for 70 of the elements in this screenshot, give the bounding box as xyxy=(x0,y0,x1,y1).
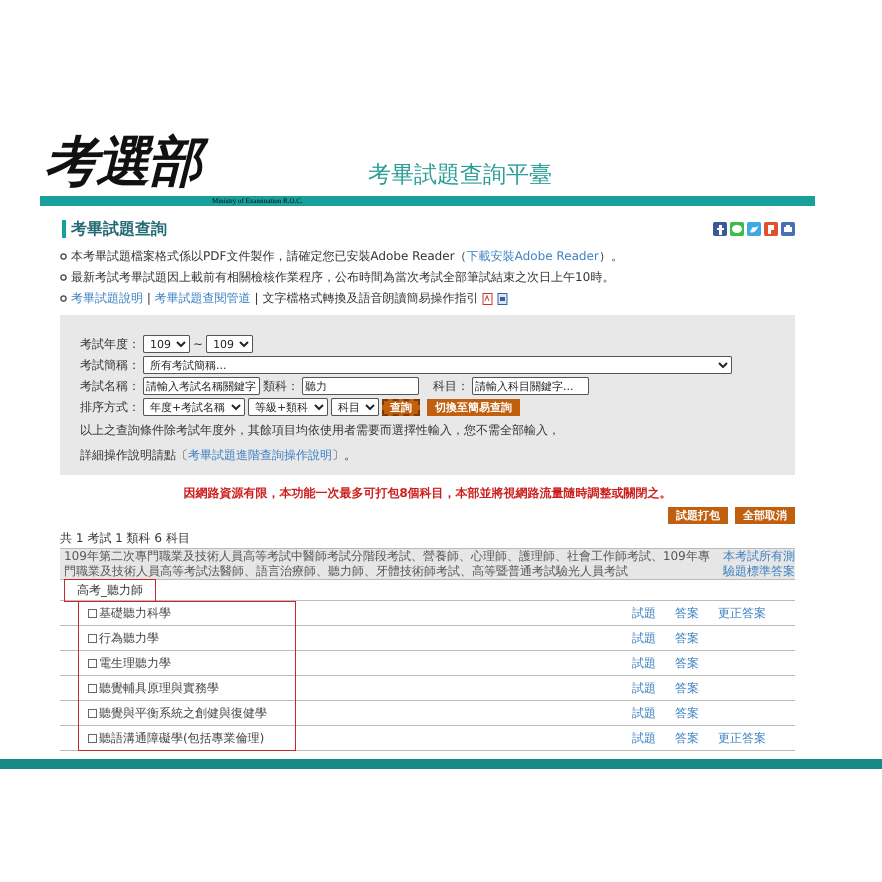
field-label: 排序方式： xyxy=(80,398,140,416)
share-icon[interactable] xyxy=(764,222,778,236)
share-icon[interactable] xyxy=(713,222,727,236)
field-label: 科目： xyxy=(433,378,469,394)
year-select[interactable]: 109 xyxy=(143,335,190,353)
file-link[interactable]: 答案 xyxy=(675,604,699,622)
file-link[interactable]: 答案 xyxy=(675,654,699,672)
category-field[interactable]: 聽力 xyxy=(302,377,419,395)
field-label: 考試名稱： xyxy=(80,378,140,394)
pack-button[interactable]: 試題打包 xyxy=(668,507,728,524)
help-text: 詳細操作說明請點〔考畢試題進階查詢操作說明〕。 xyxy=(80,447,357,464)
field-label: 類科： xyxy=(263,378,299,394)
range-separator: ~ xyxy=(193,337,204,351)
exam-abbreviation-select[interactable]: 所有考試簡稱... xyxy=(143,356,732,374)
document-icon xyxy=(497,292,508,304)
exam-name-field[interactable]: 請輸入考試名稱關鍵字 xyxy=(143,377,260,395)
file-link[interactable]: 試題 xyxy=(632,704,656,722)
sort-select[interactable]: 年度+考試名稱 xyxy=(143,398,245,416)
checkbox[interactable] xyxy=(88,684,97,692)
checkbox[interactable] xyxy=(88,608,97,618)
field-label: 考試年度： xyxy=(80,336,140,352)
file-link[interactable]: 答案 xyxy=(675,704,699,722)
file-link[interactable]: 更正答案 xyxy=(718,730,766,746)
bullet-icon xyxy=(60,253,67,260)
checkbox[interactable] xyxy=(88,734,97,742)
file-link[interactable]: 試題 xyxy=(632,730,656,746)
category-name: 高考_聽力師 xyxy=(64,578,156,602)
page-title: 考畢試題查詢 xyxy=(62,220,167,238)
standard-answers-link[interactable]: 本考試所有測驗題標準答案 xyxy=(717,549,795,579)
notice-text: 最新考試考畢試題因上載前有相關檢核作業程序，公布時間為當次考試全部筆試結束之次日上午10時。 xyxy=(71,269,614,286)
subject-name: 聽語溝通障礙學(包括專業倫理) xyxy=(99,730,264,746)
notice-link[interactable]: 考畢試題查閱管道 xyxy=(154,291,251,305)
file-link[interactable]: 試題 xyxy=(632,680,656,696)
file-link[interactable]: 試題 xyxy=(632,654,656,672)
file-link[interactable]: 答案 xyxy=(675,630,699,646)
logo: 考選部 xyxy=(44,126,224,196)
switch-button[interactable]: 切換至簡易查詢 xyxy=(427,398,520,416)
subject-name: 基礎聽力科學 xyxy=(99,604,171,622)
notice-link[interactable]: 下載安裝Adobe Reader xyxy=(466,249,599,263)
year-select[interactable]: 109 xyxy=(206,335,254,353)
clear-all-button[interactable]: 全部取消 xyxy=(735,507,795,524)
warning-text: 因網路資源有限，本功能一次最多可打包8個科目，本部並將視網路流量隨時調整或關閉之。 xyxy=(182,485,673,502)
bullet-icon xyxy=(60,274,67,281)
file-link[interactable]: 答案 xyxy=(675,680,699,696)
notice-text: 本考畢試題檔案格式係以PDF文件製作，請確定您已安裝Adobe Reader（下載安裝Adobe Reader）。 xyxy=(71,248,623,265)
file-link[interactable]: 更正答案 xyxy=(718,604,766,622)
subject-field[interactable]: 請輸入科目關鍵字... xyxy=(472,377,589,395)
site-title: 考畢試題查詢平臺 xyxy=(368,161,552,190)
sort-select[interactable]: 等級+類科 xyxy=(248,398,328,416)
bullet-icon xyxy=(60,295,67,302)
file-link[interactable]: 答案 xyxy=(675,730,699,746)
exam-name: 109年第二次專門職業及技術人員高等考試中醫師考試分階段考試、營養師、心理師、護理師、社會工作師考試、109年專門職業及技術人員高等考試法醫師、語言治療師、聽力師、牙體技術師考試、高等暨普通考試驗光人員考試 xyxy=(64,549,711,579)
notice-text: 考畢試題說明 | 考畢試題查閱管道 | 文字檔格式轉換及語音朗讀簡易操作指引 xyxy=(71,290,478,307)
help-link[interactable]: 考畢試題進階查詢操作說明 xyxy=(188,448,332,462)
file-link[interactable]: 試題 xyxy=(632,630,656,646)
checkbox[interactable] xyxy=(88,634,97,642)
hint-text: 以上之查詢條件除考試年度外，其餘項目均依使用者需要而選擇性輸入，您不需全部輸入， xyxy=(80,422,561,439)
result-summary: 共 1 考試 1 類科 6 科目 xyxy=(60,530,191,547)
notice-link[interactable]: 考畢試題說明 xyxy=(71,291,143,305)
checkbox[interactable] xyxy=(88,658,97,668)
sort-select[interactable]: 科目 xyxy=(331,398,379,416)
subject-name: 行為聽力學 xyxy=(99,630,159,646)
field-label: 考試簡稱： xyxy=(80,356,140,374)
print-icon[interactable] xyxy=(781,222,795,236)
file-link[interactable]: 試題 xyxy=(632,604,656,622)
subject-name: 聽覺與平衡系統之創健與復健學 xyxy=(99,704,267,722)
search-button[interactable]: 查詢 xyxy=(382,398,420,416)
checkbox[interactable] xyxy=(88,708,97,718)
subject-name: 聽覺輔具原理與實務學 xyxy=(99,680,219,696)
subject-name: 電生理聽力學 xyxy=(99,654,171,672)
